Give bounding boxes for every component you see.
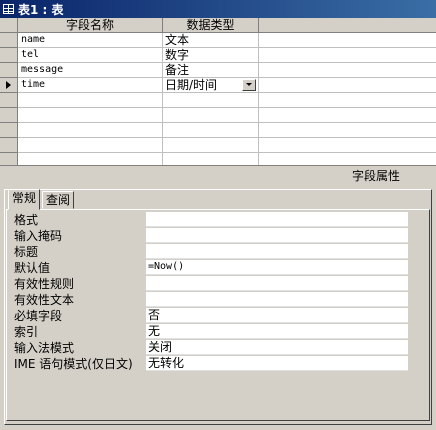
property-row-format: 格式 xyxy=(14,212,408,228)
table-row-empty[interactable] xyxy=(0,123,436,138)
property-row-input-mask: 输入掩码 xyxy=(14,228,408,244)
property-label: 输入法模式 xyxy=(14,341,75,355)
property-value-input[interactable]: 无转化 xyxy=(146,356,408,371)
table-row-current[interactable]: time 日期/时间 xyxy=(0,78,436,93)
property-label: 标题 xyxy=(14,245,39,259)
description-cell[interactable] xyxy=(259,48,436,63)
property-value-input[interactable]: 无 xyxy=(146,324,408,339)
property-row-indexed: 索引 无 xyxy=(14,324,408,340)
design-grid: 字段名称 数据类型 name 文本 tel 数字 message 备注 time… xyxy=(0,18,436,166)
row-selector[interactable] xyxy=(0,48,18,63)
table-row[interactable]: name 文本 xyxy=(0,33,436,48)
property-label: 输入掩码 xyxy=(14,229,63,243)
property-label: 有效性规则 xyxy=(14,277,75,291)
field-name-cell[interactable]: message xyxy=(18,63,163,78)
data-type-cell[interactable] xyxy=(163,153,259,165)
field-name-cell[interactable] xyxy=(18,138,163,153)
row-selector[interactable] xyxy=(0,123,18,138)
property-row-default-value: 默认值 =Now() xyxy=(14,260,408,276)
description-cell[interactable] xyxy=(259,78,436,93)
property-value-input[interactable] xyxy=(146,276,408,291)
property-label: 格式 xyxy=(14,213,39,227)
table-row[interactable]: tel 数字 xyxy=(0,48,436,63)
row-selector-current[interactable] xyxy=(0,78,18,93)
data-type-value: 日期/时间 xyxy=(165,78,218,92)
field-name-cell[interactable]: tel xyxy=(18,48,163,63)
property-value-input[interactable] xyxy=(146,244,408,259)
field-name-cell[interactable] xyxy=(18,108,163,123)
property-label: 默认值 xyxy=(14,261,51,275)
description-cell[interactable] xyxy=(259,33,436,48)
column-header-field-name[interactable]: 字段名称 xyxy=(18,18,163,33)
tab-lookup[interactable]: 查阅 xyxy=(42,191,75,209)
property-row-caption: 标题 xyxy=(14,244,408,260)
property-value-input[interactable]: =Now() xyxy=(146,260,408,275)
property-value-input[interactable] xyxy=(146,228,408,243)
property-label: 有效性文本 xyxy=(14,293,75,307)
property-label: 索引 xyxy=(14,325,39,339)
property-label: IME 语句模式(仅日文) xyxy=(14,357,133,371)
table-icon xyxy=(3,4,14,14)
description-cell[interactable] xyxy=(259,108,436,123)
corner-selector[interactable] xyxy=(0,18,18,33)
table-row-empty[interactable] xyxy=(0,138,436,153)
property-row-required: 必填字段 否 xyxy=(14,308,408,324)
window-title: 表1 : 表 xyxy=(18,2,64,17)
data-type-cell[interactable] xyxy=(163,108,259,123)
description-cell[interactable] xyxy=(259,93,436,108)
tab-general[interactable]: 常规 xyxy=(8,189,41,210)
table-row-empty[interactable] xyxy=(0,108,436,123)
table-row-empty[interactable] xyxy=(0,93,436,108)
row-selector[interactable] xyxy=(0,33,18,48)
current-row-arrow-icon xyxy=(6,81,11,89)
property-label: 必填字段 xyxy=(14,309,63,323)
field-name-cell[interactable]: time xyxy=(18,78,163,93)
field-name-cell[interactable] xyxy=(18,93,163,108)
property-row-ime-mode: 输入法模式 关闭 xyxy=(14,340,408,356)
row-selector[interactable] xyxy=(0,63,18,78)
field-name-cell[interactable] xyxy=(18,123,163,138)
property-row-validation-rule: 有效性规则 xyxy=(14,276,408,292)
column-header-data-type[interactable]: 数据类型 xyxy=(163,18,259,33)
field-name-cell[interactable] xyxy=(18,153,163,165)
table-row[interactable]: message 备注 xyxy=(0,63,436,78)
data-type-dropdown-button[interactable] xyxy=(242,79,256,91)
data-type-cell[interactable]: 文本 xyxy=(163,33,259,48)
description-cell[interactable] xyxy=(259,123,436,138)
row-selector[interactable] xyxy=(0,153,18,165)
data-type-cell[interactable]: 备注 xyxy=(163,63,259,78)
description-cell[interactable] xyxy=(259,138,436,153)
property-value-input[interactable]: 否 xyxy=(146,308,408,323)
table-row-empty[interactable] xyxy=(0,153,436,165)
property-row-validation-text: 有效性文本 xyxy=(14,292,408,308)
field-properties-title: 字段属性 xyxy=(351,169,400,183)
property-value-input[interactable]: 关闭 xyxy=(146,340,408,355)
title-bar: 表1 : 表 xyxy=(0,0,436,18)
row-selector[interactable] xyxy=(0,108,18,123)
data-type-cell[interactable] xyxy=(163,93,259,108)
description-cell[interactable] xyxy=(259,63,436,78)
row-selector[interactable] xyxy=(0,138,18,153)
row-selector[interactable] xyxy=(0,93,18,108)
data-type-cell[interactable] xyxy=(163,123,259,138)
field-name-cell[interactable]: name xyxy=(18,33,163,48)
column-header-description[interactable] xyxy=(259,18,436,33)
data-type-cell[interactable] xyxy=(163,138,259,153)
description-cell[interactable] xyxy=(259,153,436,165)
property-value-input[interactable] xyxy=(146,212,408,227)
data-type-cell[interactable]: 数字 xyxy=(163,48,259,63)
property-value-input[interactable] xyxy=(146,292,408,307)
data-type-cell[interactable]: 日期/时间 xyxy=(163,78,259,93)
property-row-ime-sentence-mode: IME 语句模式(仅日文) 无转化 xyxy=(14,356,408,372)
